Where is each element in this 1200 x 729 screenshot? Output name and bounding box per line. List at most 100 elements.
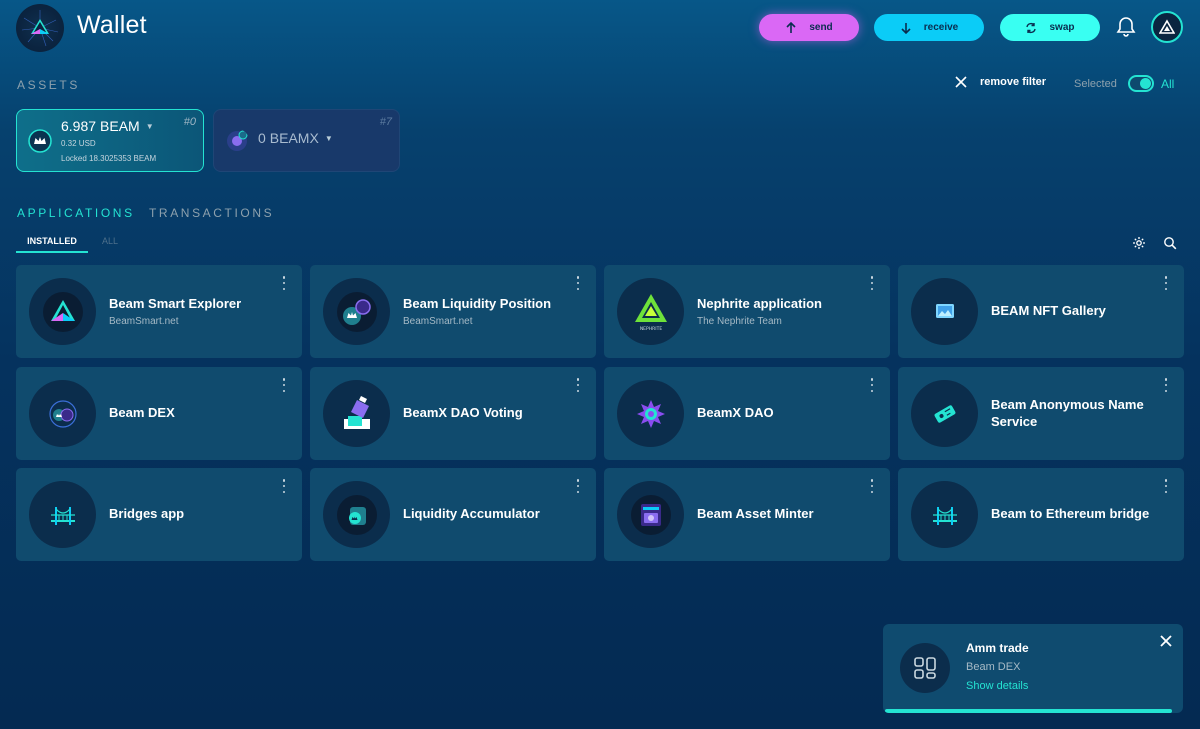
- bridge-icon: [29, 481, 96, 548]
- more-vertical-icon[interactable]: [868, 479, 876, 493]
- app-title: Nephrite application: [697, 296, 822, 312]
- beam-triangle-icon: [1159, 19, 1175, 34]
- app-card[interactable]: Bridges app: [16, 468, 302, 561]
- page-title: Wallet: [77, 11, 147, 39]
- more-vertical-icon[interactable]: [1162, 276, 1170, 290]
- toggle-knob: [1140, 78, 1151, 89]
- all-label: All: [1161, 77, 1175, 91]
- more-vertical-icon[interactable]: [1162, 479, 1170, 493]
- app-text: Beam to Ethereum bridge: [991, 468, 1160, 561]
- gallery-icon: [911, 278, 978, 345]
- app-title: Beam Asset Minter: [697, 506, 814, 522]
- nephrite-icon: NEPHRITE: [617, 278, 684, 345]
- more-vertical-icon[interactable]: [1162, 378, 1170, 392]
- notification-toast[interactable]: Amm trade Beam DEX Show details: [883, 624, 1183, 713]
- asset-amount-value: 0: [258, 130, 266, 146]
- asset-id: #7: [379, 116, 392, 128]
- receive-button[interactable]: receive: [874, 14, 984, 41]
- app-text: Beam Smart Explorer BeamSmart.net: [109, 265, 278, 358]
- ticket-icon: [911, 380, 978, 447]
- asset-locked: Locked 18.3025353 BEAM: [61, 154, 157, 163]
- bell-icon[interactable]: [1116, 16, 1136, 38]
- app-card[interactable]: Beam to Ethereum bridge: [898, 468, 1184, 561]
- beamx-coin-icon: [227, 130, 248, 151]
- subtab-all[interactable]: ALL: [102, 236, 118, 246]
- caret-down-icon[interactable]: ▼: [325, 134, 333, 143]
- remove-filter-button[interactable]: remove filter: [955, 76, 1046, 88]
- apps-grid-icon: [900, 643, 950, 693]
- more-vertical-icon[interactable]: [280, 479, 288, 493]
- liquidity-icon: [323, 278, 390, 345]
- app-text: BeamX DAO Voting: [403, 367, 572, 460]
- svg-text:NEPHRITE: NEPHRITE: [639, 326, 662, 332]
- app-text: Beam Asset Minter: [697, 468, 866, 561]
- close-icon: [955, 76, 967, 88]
- asset-amount-value: 6.987: [61, 118, 97, 134]
- dex-icon: [29, 380, 96, 447]
- app-text: BEAM NFT Gallery: [991, 265, 1160, 358]
- app-card[interactable]: Beam Asset Minter: [604, 468, 890, 561]
- account-avatar[interactable]: [1151, 11, 1183, 43]
- search-icon[interactable]: [1163, 236, 1177, 250]
- app-title: Liquidity Accumulator: [403, 506, 540, 522]
- more-vertical-icon[interactable]: [868, 378, 876, 392]
- subtab-installed[interactable]: INSTALLED: [16, 236, 88, 253]
- toast-title: Amm trade: [966, 641, 1029, 655]
- app-card[interactable]: BEAM NFT Gallery: [898, 265, 1184, 358]
- show-details-link[interactable]: Show details: [966, 680, 1028, 692]
- close-icon[interactable]: [1160, 635, 1172, 647]
- more-vertical-icon[interactable]: [574, 378, 582, 392]
- asset-usd: 0.32 USD: [61, 139, 96, 148]
- header: Wallet send receive swap: [0, 0, 1200, 56]
- app-card[interactable]: BeamX DAO: [604, 367, 890, 460]
- app-text: Nephrite application The Nephrite Team: [697, 265, 866, 358]
- app-text: Beam DEX: [109, 367, 278, 460]
- tab-applications[interactable]: APPLICATIONS: [17, 206, 135, 220]
- send-button[interactable]: send: [759, 14, 859, 41]
- more-vertical-icon[interactable]: [574, 276, 582, 290]
- app-card[interactable]: BeamX DAO Voting: [310, 367, 596, 460]
- app-title: BeamX DAO Voting: [403, 405, 523, 421]
- app-card[interactable]: Beam Anonymous Name Service: [898, 367, 1184, 460]
- asset-card-beamx[interactable]: 0 BEAMX ▼ #7: [213, 109, 400, 172]
- assets-section-label: ASSETS: [17, 78, 80, 92]
- gear-icon[interactable]: [1132, 236, 1146, 250]
- app-card[interactable]: Beam DEX: [16, 367, 302, 460]
- asset-card-beam[interactable]: 6.987 BEAM ▼ 0.32 USD Locked 18.3025353 …: [16, 109, 204, 172]
- toast-progress-bar: [885, 709, 1172, 713]
- app-title: Beam Smart Explorer: [109, 296, 242, 312]
- asset-symbol: BEAM: [100, 118, 140, 134]
- app-card[interactable]: NEPHRITE Nephrite application The Nephrite…: [604, 265, 890, 358]
- app-card[interactable]: Beam Liquidity Position BeamSmart.net: [310, 265, 596, 358]
- app-title: Beam Anonymous Name Service: [991, 397, 1144, 429]
- app-subtitle: BeamSmart.net: [109, 315, 179, 327]
- app-card[interactable]: Liquidity Accumulator: [310, 468, 596, 561]
- more-vertical-icon[interactable]: [280, 276, 288, 290]
- accumulator-icon: [323, 481, 390, 548]
- beam-triangle-icon: [29, 278, 96, 345]
- selected-label: Selected: [1074, 78, 1117, 90]
- app-text: Bridges app: [109, 468, 278, 561]
- swap-label: swap: [1049, 22, 1075, 33]
- app-title: BEAM NFT Gallery: [991, 303, 1106, 319]
- swap-icon: [1026, 22, 1037, 33]
- asset-amount: 0 BEAMX ▼: [258, 130, 333, 146]
- more-vertical-icon[interactable]: [280, 378, 288, 392]
- app-subtitle: The Nephrite Team: [697, 315, 782, 327]
- beam-logo-icon: [16, 4, 64, 52]
- remove-filter-label: remove filter: [980, 76, 1047, 88]
- more-vertical-icon[interactable]: [868, 276, 876, 290]
- arrow-up-icon: [786, 21, 796, 33]
- minter-icon: [617, 481, 684, 548]
- bridge-icon: [911, 481, 978, 548]
- swap-button[interactable]: swap: [1000, 14, 1100, 41]
- app-title: Beam Liquidity Position: [403, 296, 552, 312]
- selected-all-toggle[interactable]: [1128, 75, 1154, 92]
- caret-down-icon[interactable]: ▼: [146, 122, 154, 131]
- app-card[interactable]: Beam Smart Explorer BeamSmart.net: [16, 265, 302, 358]
- receive-label: receive: [923, 22, 959, 33]
- tab-transactions[interactable]: TRANSACTIONS: [149, 206, 274, 220]
- asset-amount: 6.987 BEAM ▼: [61, 118, 154, 134]
- app-title: Bridges app: [109, 506, 185, 522]
- more-vertical-icon[interactable]: [574, 479, 582, 493]
